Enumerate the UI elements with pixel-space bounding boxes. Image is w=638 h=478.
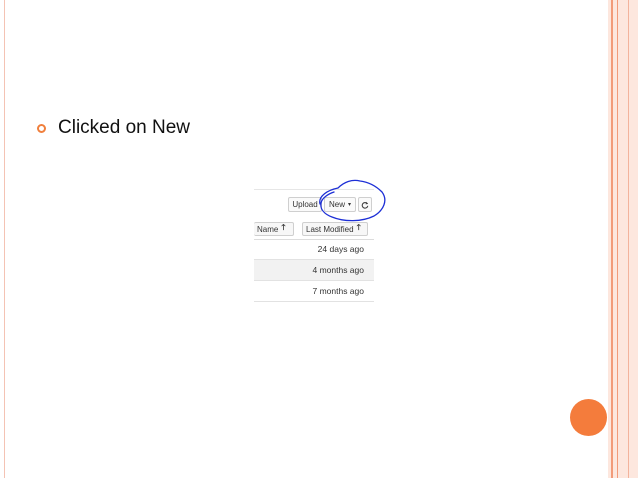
upload-label: Upload — [292, 200, 318, 209]
file-row[interactable]: 24 days ago — [254, 239, 374, 260]
modified-time: 7 months ago — [312, 286, 364, 296]
file-row[interactable]: 7 months ago — [254, 281, 374, 302]
sort-name-button[interactable]: Name 🡑 — [254, 222, 294, 236]
slide-right-line — [617, 0, 618, 478]
modified-time: 24 days ago — [317, 244, 364, 254]
slide-left-border — [4, 0, 5, 478]
bullet-item: Clicked on New — [37, 117, 190, 139]
arrow-up-icon: 🡑 — [281, 223, 286, 232]
decorative-circle — [570, 399, 607, 436]
last-modified-column-label: Last Modified — [306, 224, 354, 234]
modified-time: 4 months ago — [312, 265, 364, 275]
bullet-ring-icon — [37, 123, 46, 133]
sort-last-modified-button[interactable]: Last Modified 🡑 — [302, 222, 368, 236]
name-column-label: Name — [257, 224, 279, 234]
slide-right-line — [628, 0, 629, 478]
slide-right-line — [611, 0, 613, 478]
bullet-text: Clicked on New — [58, 117, 190, 138]
arrow-up-icon: 🡑 — [356, 223, 361, 232]
hand-drawn-circle-annotation — [319, 179, 386, 222]
file-row[interactable]: 4 months ago — [254, 260, 374, 281]
